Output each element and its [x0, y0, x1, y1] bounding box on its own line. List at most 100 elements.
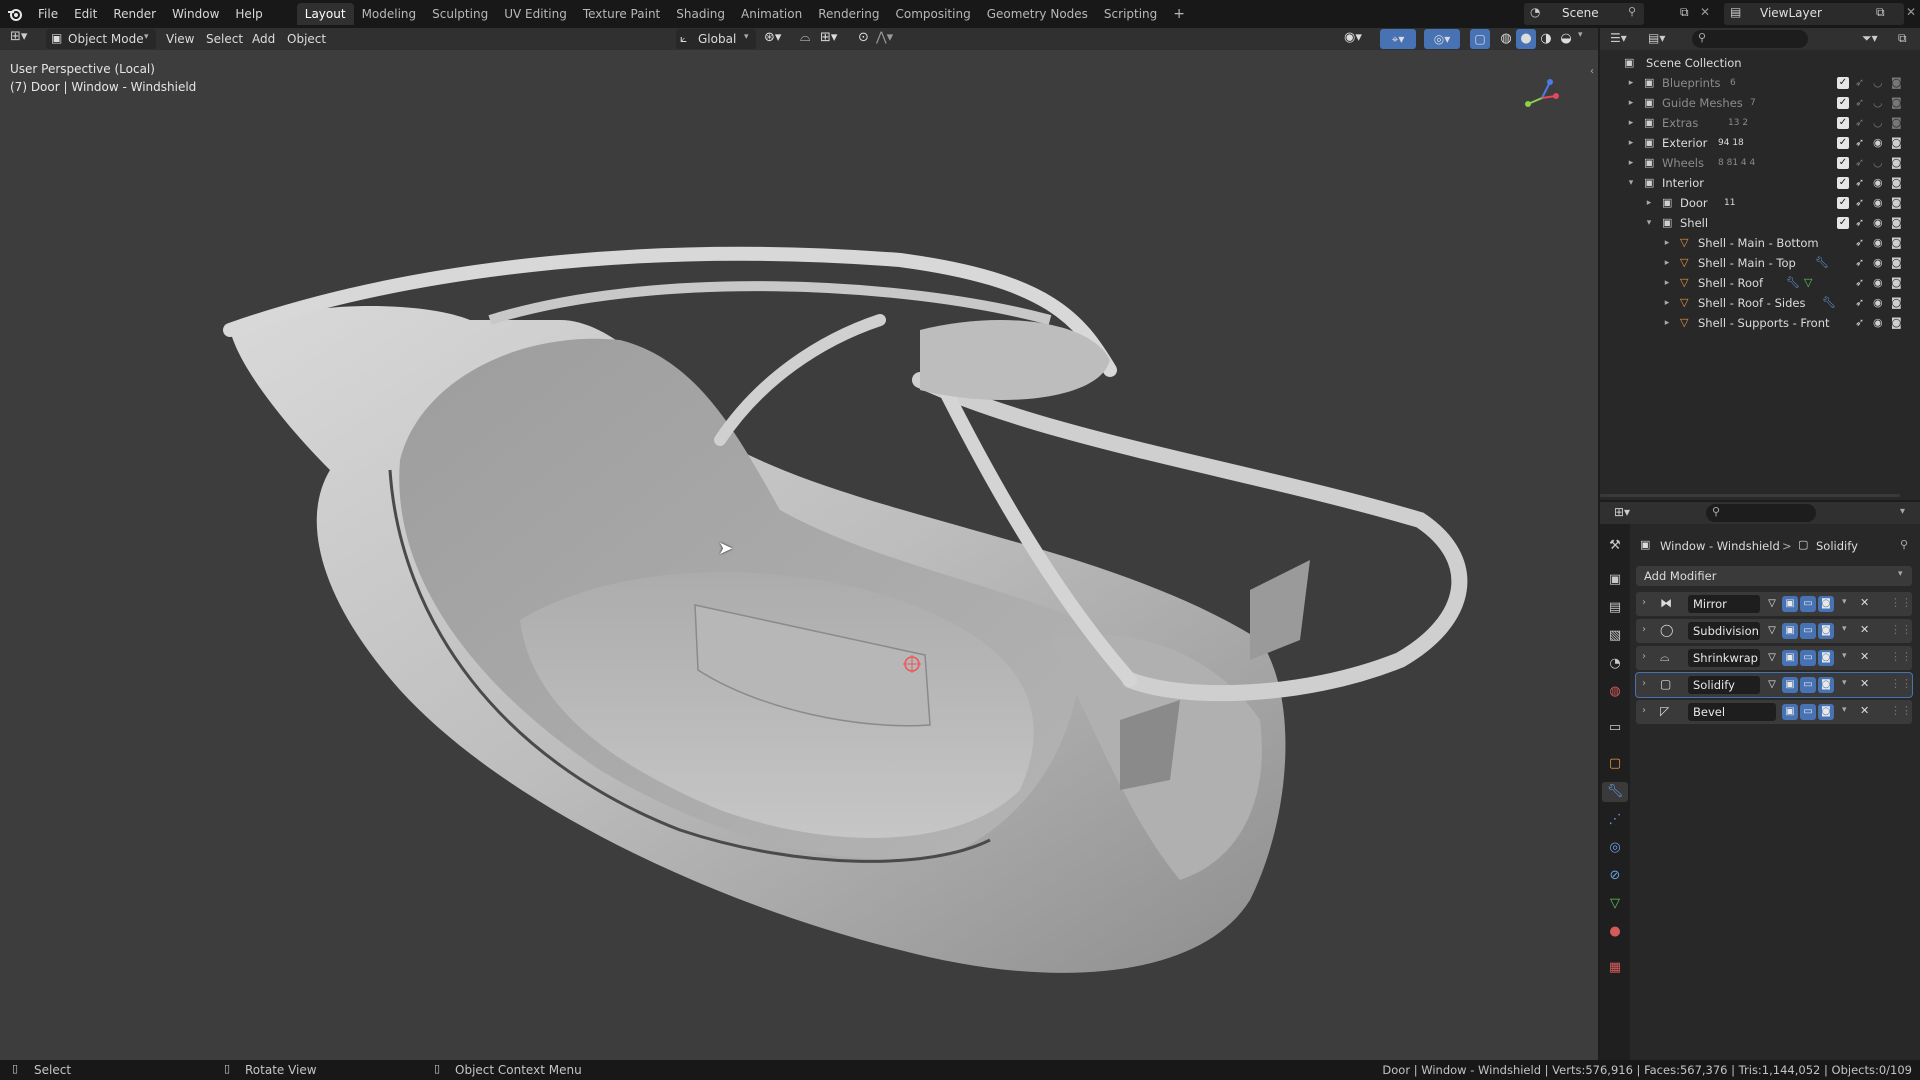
texture-tab-icon[interactable]: ▦ — [1605, 958, 1625, 978]
render-toggle-icon[interactable]: ◙ — [1818, 677, 1834, 693]
drag-handle-icon[interactable]: ⋮⋮ — [1890, 650, 1912, 663]
menu-file[interactable]: File — [30, 0, 66, 28]
outliner-search-input[interactable]: ⚲ — [1692, 30, 1808, 48]
modifier-shrinkwrap[interactable]: › ⌓ Shrinkwrap ▽ ▣ ▭ ◙ ▾ ✕ ⋮⋮ — [1636, 646, 1912, 670]
options-chevron-icon[interactable]: ▾ — [1900, 506, 1905, 517]
scene-tab-icon[interactable]: ◔ — [1605, 654, 1625, 674]
eye-icon[interactable]: ◉ — [1873, 253, 1883, 273]
edit-mode-icon[interactable]: ▣ — [1782, 677, 1798, 693]
expand-icon[interactable]: ▸ — [1662, 313, 1672, 333]
remove-modifier-icon[interactable]: ✕ — [1860, 677, 1869, 690]
expand-icon[interactable]: › — [1642, 624, 1646, 635]
dropdown-icon[interactable]: ▾ — [1842, 624, 1847, 634]
exclude-checkbox[interactable]: ✓ — [1837, 137, 1849, 149]
expand-icon[interactable]: ▸ — [1626, 93, 1636, 113]
select-toggle-icon[interactable]: ➶ — [1855, 253, 1864, 273]
menu-view[interactable]: View — [160, 29, 200, 49]
modifier-mirror[interactable]: › ⧓ Mirror ▽ ▣ ▭ ◙ ▾ ✕ ⋮⋮ — [1636, 592, 1912, 616]
select-toggle-icon[interactable]: ➶ — [1855, 133, 1864, 153]
hide-toggle-icon[interactable]: ◡ — [1873, 153, 1883, 173]
dropdown-icon[interactable]: ▾ — [1842, 651, 1847, 661]
tab-shading[interactable]: Shading — [668, 3, 733, 25]
select-toggle-icon[interactable]: ➶ — [1855, 233, 1864, 253]
outliner-row-interior[interactable]: ▾ ▣ Interior ✓ ➶ ◉ ◙ — [1600, 173, 1920, 193]
select-toggle-icon[interactable]: ➶ — [1855, 113, 1864, 133]
expand-icon[interactable]: ▸ — [1626, 113, 1636, 133]
tab-texture-paint[interactable]: Texture Paint — [575, 3, 668, 25]
outliner-row-shell-main-top[interactable]: ▸ ▽ Shell - Main - Top 🔧︎ ➶ ◉ ◙ — [1600, 253, 1920, 273]
expand-icon[interactable]: ▸ — [1662, 293, 1672, 313]
outliner-row-guide-meshes[interactable]: ▸ ▣ Guide Meshes 7 ✓ ➶ ◡ ◙ — [1600, 93, 1920, 113]
outliner-row-blueprints[interactable]: ▸ ▣ Blueprints 6 ✓ ➶ ◡ ◙ — [1600, 73, 1920, 93]
dropdown-icon[interactable]: ▾ — [1842, 597, 1847, 607]
render-tab-icon[interactable]: ▣ — [1605, 570, 1625, 590]
snap-target-icon[interactable]: ⊞▾ — [820, 30, 837, 45]
filter-icon[interactable]: ⏷▾ — [1862, 31, 1878, 46]
add-workspace-button[interactable]: + — [1165, 3, 1193, 25]
edit-cage-icon[interactable]: ▽ — [1764, 623, 1780, 639]
expand-icon[interactable]: ▸ — [1626, 153, 1636, 173]
shading-options-icon[interactable]: ▾ — [1578, 30, 1583, 40]
viewport-display-icon[interactable]: ▭ — [1800, 677, 1816, 693]
world-tab-icon[interactable]: ◍ — [1605, 682, 1625, 702]
edit-mode-icon[interactable]: ▣ — [1782, 623, 1798, 639]
tab-rendering[interactable]: Rendering — [810, 3, 887, 25]
eye-icon[interactable]: ◉ — [1873, 233, 1883, 253]
tab-uv-editing[interactable]: UV Editing — [496, 3, 575, 25]
edit-mode-icon[interactable]: ▣ — [1782, 650, 1798, 666]
select-toggle-icon[interactable]: ➶ — [1855, 213, 1864, 233]
exclude-checkbox[interactable]: ✓ — [1837, 157, 1849, 169]
menu-help[interactable]: Help — [227, 0, 270, 28]
modifier-name-field[interactable]: Bevel — [1688, 703, 1776, 721]
tab-animation[interactable]: Animation — [733, 3, 810, 25]
solid-shading-icon[interactable]: ● — [1516, 29, 1536, 49]
3d-viewport[interactable]: User Perspective (Local) (7) Door | Wind… — [0, 50, 1598, 1060]
expand-icon[interactable]: ▸ — [1662, 253, 1672, 273]
falloff-icon[interactable]: ⋀▾ — [876, 30, 893, 45]
expand-icon[interactable]: ▸ — [1662, 233, 1672, 253]
viewport-display-icon[interactable]: ▭ — [1800, 623, 1816, 639]
outliner-row-shell-roof-sides[interactable]: ▸ ▽ Shell - Roof - Sides 🔧︎ ➶ ◉ ◙ — [1600, 293, 1920, 313]
camera-icon[interactable]: ◙ — [1891, 193, 1902, 213]
exclude-checkbox[interactable]: ✓ — [1837, 97, 1849, 109]
expand-icon[interactable]: ▸ — [1626, 73, 1636, 93]
material-tab-icon[interactable]: ● — [1605, 922, 1625, 942]
properties-editor-icon[interactable]: ⊞▾ — [1614, 505, 1630, 519]
select-toggle-icon[interactable]: ➶ — [1855, 273, 1864, 293]
output-tab-icon[interactable]: ▤ — [1605, 598, 1625, 618]
delete-scene-icon[interactable]: ✕ — [1700, 5, 1710, 19]
edit-cage-icon[interactable]: ▽ — [1764, 650, 1780, 666]
exclude-checkbox[interactable]: ✓ — [1837, 197, 1849, 209]
outliner-scene-collection[interactable]: ▣ Scene Collection — [1600, 53, 1920, 73]
modifier-subdivision[interactable]: › ◯ Subdivision ▽ ▣ ▭ ◙ ▾ ✕ ⋮⋮ — [1636, 619, 1912, 643]
select-toggle-icon[interactable]: ➶ — [1855, 313, 1864, 333]
render-toggle-icon[interactable]: ◙ — [1891, 73, 1902, 93]
properties-search-input[interactable]: ⚲ — [1706, 504, 1816, 522]
drag-handle-icon[interactable]: ⋮⋮ — [1890, 677, 1912, 690]
exclude-checkbox[interactable]: ✓ — [1837, 117, 1849, 129]
tab-modeling[interactable]: Modeling — [354, 3, 425, 25]
xray-icon[interactable]: ▢ — [1470, 29, 1490, 49]
modifier-tab-icon[interactable]: 🔧︎ — [1602, 782, 1628, 802]
outliner-row-extras[interactable]: ▸ ▣ Extras 13 2 ✓ ➶ ◡ ◙ — [1600, 113, 1920, 133]
material-shading-icon[interactable]: ◑ — [1536, 29, 1556, 49]
eye-icon[interactable]: ◉ — [1873, 213, 1883, 233]
eye-icon[interactable]: ◉ — [1873, 313, 1883, 333]
render-toggle-icon[interactable]: ◙ — [1891, 113, 1902, 133]
outliner-scrollbar[interactable] — [1600, 494, 1900, 497]
expand-icon[interactable]: › — [1642, 597, 1646, 608]
add-modifier-button[interactable]: Add Modifier ▾ — [1636, 566, 1912, 586]
pivot-icon[interactable]: ⊛▾ — [764, 30, 781, 45]
display-mode-icon[interactable]: ▤▾ — [1648, 31, 1665, 45]
tool-tab-icon[interactable]: ⚒ — [1605, 536, 1625, 556]
modifier-name-field[interactable]: Mirror — [1688, 595, 1760, 613]
modifier-bevel[interactable]: › ◸ Bevel ▣ ▭ ◙ ▾ ✕ ⋮⋮ — [1636, 700, 1912, 724]
view-layer-tab-icon[interactable]: ▧ — [1605, 626, 1625, 646]
outliner-row-shell[interactable]: ▾ ▣ Shell ✓ ➶ ◉ ◙ — [1600, 213, 1920, 233]
modifier-name-field[interactable]: Subdivision — [1688, 622, 1760, 640]
camera-icon[interactable]: ◙ — [1891, 173, 1902, 193]
menu-select[interactable]: Select — [200, 29, 249, 49]
exclude-checkbox[interactable]: ✓ — [1837, 177, 1849, 189]
tab-compositing[interactable]: Compositing — [887, 3, 978, 25]
exclude-checkbox[interactable]: ✓ — [1837, 77, 1849, 89]
